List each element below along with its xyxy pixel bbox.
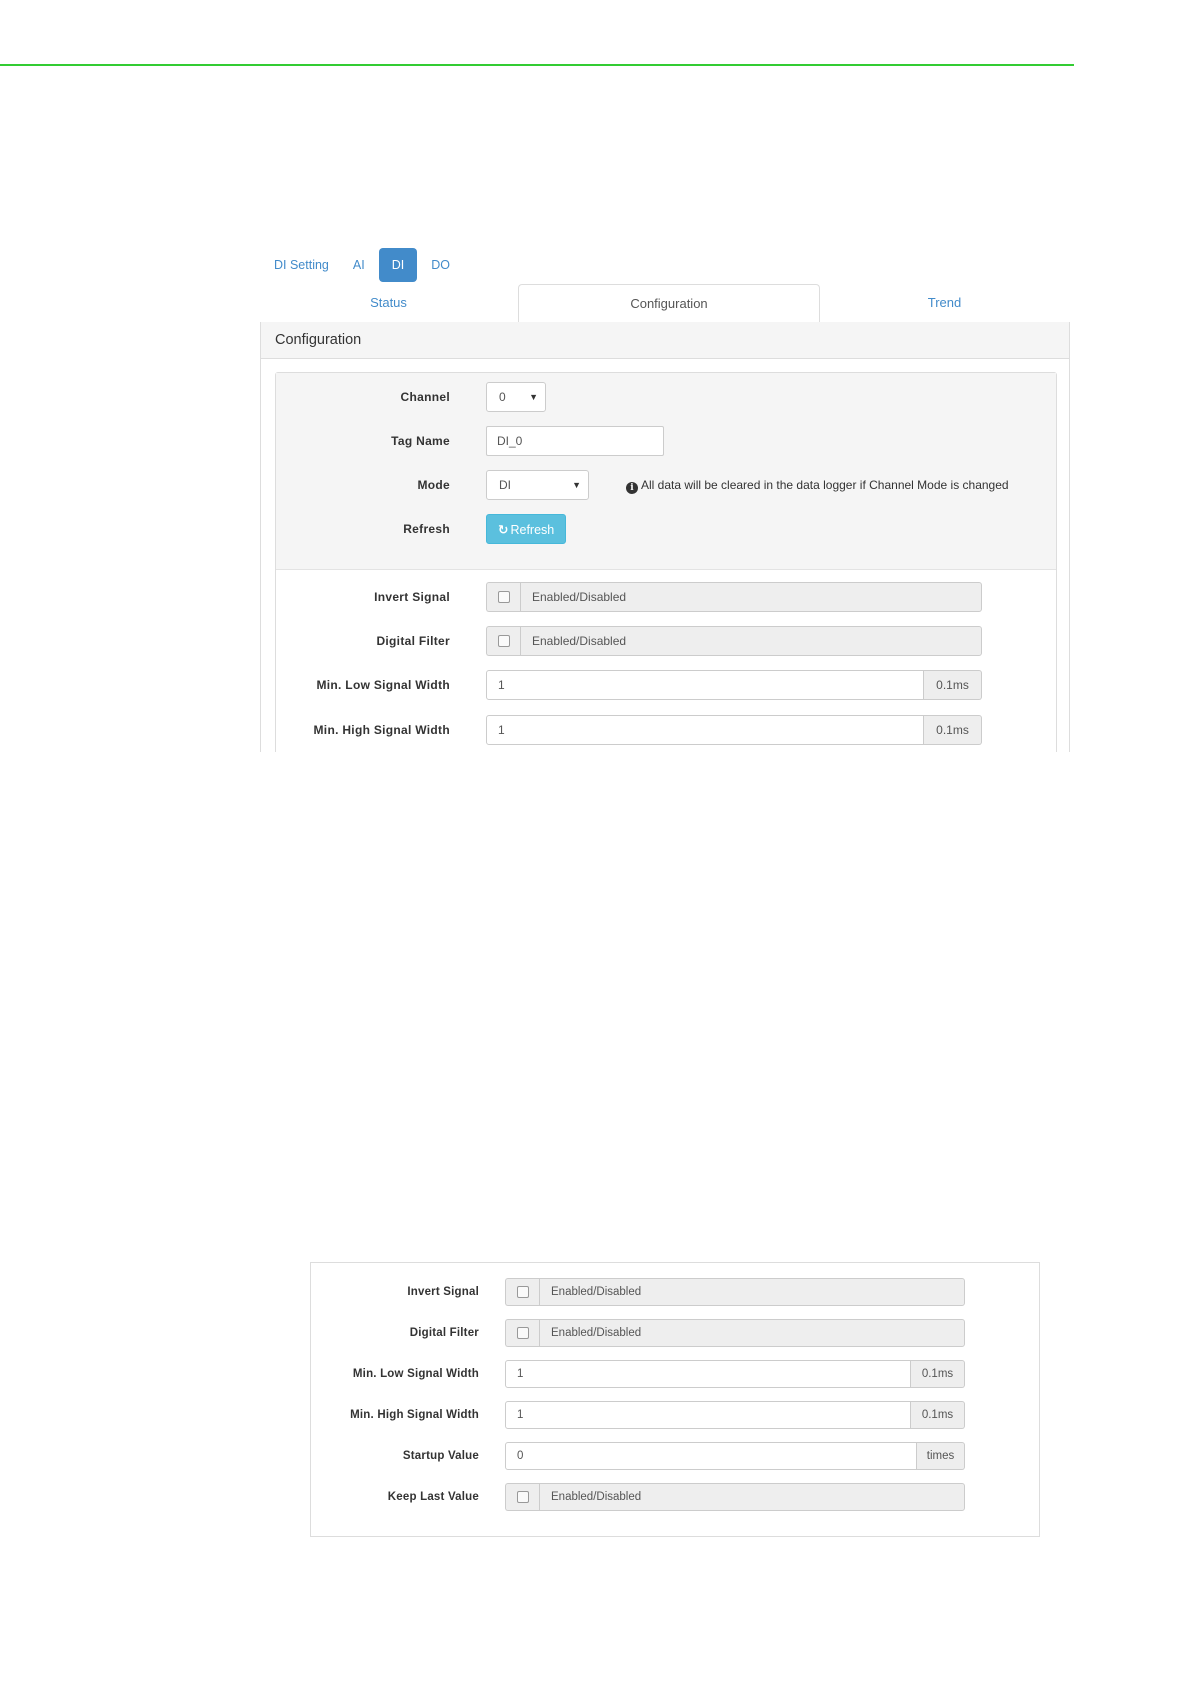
min-low-group: 1 0.1ms: [505, 1360, 965, 1388]
invert-signal-group: Enabled/Disabled: [486, 582, 982, 612]
channel-settings-well: Channel 0 ▼ Tag Name DI_0 Mode DI ▼ i Al…: [276, 373, 1056, 570]
configuration-panel: Configuration Channel 0 ▼ Tag Name DI_0 …: [260, 322, 1070, 752]
invert-signal-checkbox-addon: [505, 1278, 539, 1306]
di-configuration-screenshot: DI Setting AI DI DO Status Configuration…: [260, 244, 1070, 752]
digital-filter-group: Enabled/Disabled: [505, 1319, 965, 1347]
min-high-row: Min. High Signal Width 1 0.1ms: [276, 715, 1056, 745]
min-high-input[interactable]: 1: [486, 715, 924, 745]
startup-value-row: Startup Value 0 times: [311, 1442, 1039, 1470]
min-low-row: Min. Low Signal Width 1 0.1ms: [276, 670, 1056, 700]
startup-value-group: 0 times: [505, 1442, 965, 1470]
min-high-row: Min. High Signal Width 1 0.1ms: [311, 1401, 1039, 1429]
digital-filter-checkbox-addon: [505, 1319, 539, 1347]
min-high-label: Min. High Signal Width: [350, 1409, 479, 1421]
digital-filter-group: Enabled/Disabled: [486, 626, 982, 656]
channel-label: Channel: [400, 390, 450, 404]
info-circle-icon: i: [626, 482, 638, 494]
min-high-input[interactable]: 1: [505, 1401, 911, 1429]
invert-signal-label: Invert Signal: [374, 590, 450, 604]
tab-configuration[interactable]: Configuration: [518, 284, 820, 324]
min-high-unit: 0.1ms: [924, 715, 982, 745]
digital-filter-checkbox-addon: [486, 626, 520, 656]
mode-hint-text: All data will be cleared in the data log…: [641, 478, 1009, 492]
tag-name-input[interactable]: DI_0: [486, 426, 664, 456]
view-tabs: Status Configuration Trend: [260, 284, 1070, 324]
min-low-input[interactable]: 1: [505, 1360, 911, 1388]
invert-signal-checkbox-addon: [486, 582, 520, 612]
invert-signal-row: Invert Signal Enabled/Disabled: [311, 1278, 1039, 1306]
keep-last-value-label: Keep Last Value: [387, 1491, 479, 1503]
tab-di[interactable]: DI: [378, 248, 418, 282]
mode-value: DI: [499, 478, 511, 492]
mode-row: Mode DI ▼ i All data will be cleared in t…: [276, 470, 1056, 500]
refresh-icon: ↻: [498, 523, 509, 537]
digital-filter-label: Digital Filter: [409, 1327, 479, 1339]
min-low-label: Min. Low Signal Width: [352, 1368, 479, 1380]
header-rule: [0, 64, 1074, 66]
module-tabs: DI Setting AI DI DO: [260, 248, 464, 282]
keep-last-value-text: Enabled/Disabled: [539, 1483, 965, 1511]
min-low-input[interactable]: 1: [486, 670, 924, 700]
keep-last-value-row: Keep Last Value Enabled/Disabled: [311, 1483, 1039, 1511]
invert-signal-checkbox[interactable]: [498, 591, 510, 603]
invert-signal-label: Invert Signal: [407, 1286, 479, 1298]
min-high-unit: 0.1ms: [911, 1401, 965, 1429]
mode-hint: i All data will be cleared in the data lo…: [626, 470, 1009, 500]
startup-value-input[interactable]: 0: [505, 1442, 917, 1470]
panel-title: Configuration: [261, 322, 1069, 359]
digital-filter-label: Digital Filter: [376, 634, 450, 648]
keep-last-value-group: Enabled/Disabled: [505, 1483, 965, 1511]
digital-filter-row: Digital Filter Enabled/Disabled: [311, 1319, 1039, 1347]
invert-signal-group: Enabled/Disabled: [505, 1278, 965, 1306]
keep-last-value-checkbox-addon: [505, 1483, 539, 1511]
caret-down-icon: ▼: [572, 480, 581, 490]
refresh-button[interactable]: ↻ Refresh: [486, 514, 567, 544]
min-high-group: 1 0.1ms: [505, 1401, 965, 1429]
refresh-button-label: Refresh: [510, 523, 555, 537]
startup-value-unit: times: [917, 1442, 965, 1470]
min-high-group: 1 0.1ms: [486, 715, 982, 745]
channel-row: Channel 0 ▼: [276, 382, 1056, 412]
configuration-form: Channel 0 ▼ Tag Name DI_0 Mode DI ▼ i Al…: [275, 372, 1057, 752]
di-advanced-settings-screenshot: Invert Signal Enabled/Disabled Digital F…: [310, 1262, 1040, 1537]
caret-down-icon: ▼: [529, 392, 538, 402]
mode-select[interactable]: DI ▼: [486, 470, 589, 500]
channel-value: 0: [499, 390, 506, 404]
invert-signal-text: Enabled/Disabled: [539, 1278, 965, 1306]
invert-signal-text: Enabled/Disabled: [520, 582, 982, 612]
refresh-row: Refresh ↻ Refresh: [276, 514, 1056, 544]
digital-filter-checkbox[interactable]: [517, 1327, 529, 1339]
digital-filter-text: Enabled/Disabled: [539, 1319, 965, 1347]
min-low-unit: 0.1ms: [924, 670, 982, 700]
invert-signal-row: Invert Signal Enabled/Disabled: [276, 582, 1056, 612]
digital-filter-row: Digital Filter Enabled/Disabled: [276, 626, 1056, 656]
tab-di-setting[interactable]: DI Setting: [260, 248, 339, 282]
min-low-group: 1 0.1ms: [486, 670, 982, 700]
digital-filter-checkbox[interactable]: [498, 635, 510, 647]
min-low-row: Min. Low Signal Width 1 0.1ms: [311, 1360, 1039, 1388]
invert-signal-checkbox[interactable]: [517, 1286, 529, 1298]
mode-label: Mode: [417, 478, 450, 492]
keep-last-value-checkbox[interactable]: [517, 1491, 529, 1503]
digital-filter-text: Enabled/Disabled: [520, 626, 982, 656]
tab-trend[interactable]: Trend: [819, 284, 1070, 321]
tag-name-label: Tag Name: [391, 434, 450, 448]
startup-value-label: Startup Value: [402, 1450, 479, 1462]
channel-select[interactable]: 0 ▼: [486, 382, 546, 412]
tab-do[interactable]: DO: [421, 248, 460, 282]
tab-status[interactable]: Status: [260, 284, 517, 321]
tab-ai[interactable]: AI: [343, 248, 375, 282]
min-low-label: Min. Low Signal Width: [316, 678, 450, 692]
min-low-unit: 0.1ms: [911, 1360, 965, 1388]
min-high-label: Min. High Signal Width: [313, 723, 450, 737]
tag-name-row: Tag Name DI_0: [276, 426, 1056, 456]
refresh-label: Refresh: [403, 522, 450, 536]
